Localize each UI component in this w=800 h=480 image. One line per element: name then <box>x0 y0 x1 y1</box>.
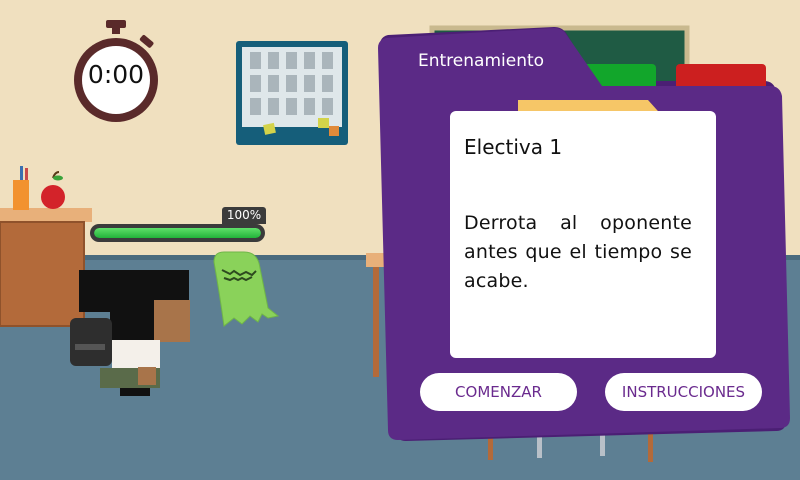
apple-icon <box>41 171 65 209</box>
health-bar <box>90 224 265 242</box>
teacher-desk <box>0 208 92 327</box>
card-description: Derrota al oponente antes que el tiempo … <box>464 212 692 292</box>
panel-header: Entrenamiento <box>418 51 545 71</box>
health-percent: 100% <box>222 207 266 224</box>
health-fill <box>94 228 261 238</box>
start-button[interactable]: COMENZAR <box>420 373 577 411</box>
player-character <box>70 270 190 396</box>
ghost-enemy <box>213 251 280 327</box>
card-title: Electiva 1 <box>464 135 563 159</box>
calendar-board <box>236 41 348 145</box>
instructions-button[interactable]: INSTRUCCIONES <box>605 373 762 411</box>
mission-card: Electiva 1 Derrota al oponente antes que… <box>450 111 716 358</box>
timer-display: 0:00 <box>87 60 145 89</box>
pencil-cup <box>13 166 29 210</box>
